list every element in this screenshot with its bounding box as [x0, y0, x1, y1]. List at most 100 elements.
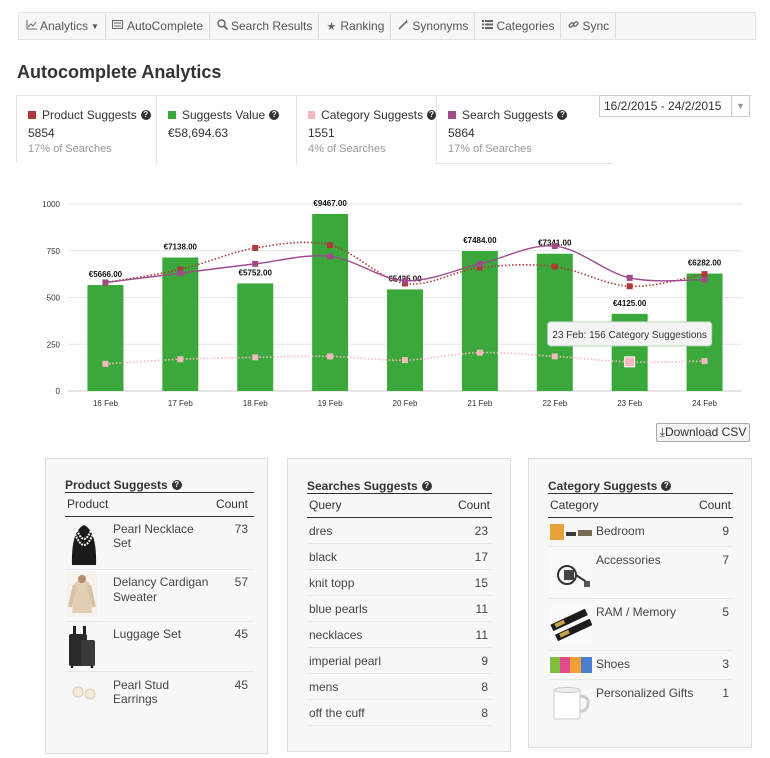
help-icon[interactable]: ?	[427, 110, 436, 120]
table-row[interactable]: knit topp 15	[307, 570, 492, 596]
help-icon[interactable]: ?	[557, 110, 568, 120]
page-title: Autocomplete Analytics	[17, 62, 222, 82]
bar	[461, 251, 498, 391]
help-icon[interactable]: ?	[269, 110, 280, 120]
x-tick-label: 18 Feb	[243, 399, 268, 408]
col-count: Count	[215, 497, 248, 511]
table-row[interactable]: Personalized Gifts 1	[548, 680, 733, 726]
help-icon[interactable]: ?	[140, 110, 151, 120]
table-row[interactable]: black 17	[307, 544, 492, 570]
bar-data-label: €5666.00	[89, 270, 123, 279]
stat-value: 5854	[28, 126, 55, 140]
nav-sync[interactable]: Sync	[561, 13, 617, 39]
luggage-thumbnail	[67, 626, 97, 671]
product-suggests-point	[551, 263, 558, 270]
date-range-value: 16/2/2015 - 24/2/2015	[604, 99, 722, 113]
product-suggests-point	[701, 271, 708, 278]
row-count: 17	[474, 549, 488, 564]
help-icon[interactable]: ?	[661, 481, 672, 491]
table-row[interactable]: dres 23	[307, 518, 492, 544]
table-header: Query Count	[307, 494, 492, 518]
nav-categories[interactable]: Categories	[475, 13, 562, 39]
help-icon[interactable]: ?	[421, 481, 432, 491]
bar-data-label: €6282.00	[688, 259, 722, 268]
nav-autocomplete[interactable]: AutoComplete	[106, 13, 210, 39]
chevron-down-icon[interactable]: ▼	[731, 96, 749, 116]
category-suggests-point	[476, 349, 483, 356]
nav-search-results[interactable]: Search Results	[210, 13, 320, 39]
row-name: Luggage Set	[113, 627, 182, 641]
table-row[interactable]: off the cuff 8	[307, 700, 492, 726]
table-row[interactable]: mens 8	[307, 674, 492, 700]
row-query: off the cuff	[309, 705, 365, 720]
search-suggests-point	[252, 260, 259, 267]
table-row[interactable]: Accessories 7	[548, 547, 733, 599]
search-suggests-point	[102, 279, 109, 286]
category-suggests-point	[701, 358, 708, 365]
col-category: Category	[550, 498, 599, 512]
bar-data-label: €9467.00	[313, 199, 347, 208]
bedroom-thumbnail	[550, 522, 592, 545]
search-suggests-point	[402, 277, 408, 284]
search-suggests-point	[177, 270, 184, 277]
table-row[interactable]: Pearl Necklace Set 73	[65, 517, 254, 570]
table-row[interactable]: RAM / Memory 5	[548, 599, 733, 651]
searches-suggests-panel: Searches Suggests? Query Count dres 23 bl…	[287, 458, 511, 752]
nav-analytics[interactable]: Analytics ▼	[19, 13, 106, 39]
legend-swatch	[28, 111, 36, 119]
table-row[interactable]: imperial pearl 9	[307, 648, 492, 674]
date-range-picker[interactable]: 16/2/2015 - 24/2/2015 ▼	[599, 95, 750, 117]
bar	[387, 289, 423, 391]
table-row[interactable]: Shoes 3	[548, 651, 733, 680]
nav-ranking[interactable]: ★ Ranking	[319, 13, 392, 39]
row-name: Accessories	[596, 553, 661, 567]
row-query: dres	[309, 523, 333, 538]
panel-title-text: Searches Suggests	[307, 479, 418, 493]
row-name: Personalized Gifts	[596, 686, 694, 700]
panel-title: Product Suggests?	[65, 478, 182, 492]
row-count: 9	[722, 524, 729, 538]
bar	[162, 257, 199, 391]
product-suggests-panel: Product Suggests? Product Count Pearl Ne…	[45, 458, 268, 754]
row-count: 3	[722, 657, 729, 671]
highlighted-point	[624, 356, 636, 368]
product-suggests-point	[626, 283, 633, 290]
shoes-thumbnail	[550, 655, 592, 678]
table-row[interactable]: Bedroom 9	[548, 518, 733, 547]
download-csv-button[interactable]: ⤓Download CSV	[656, 423, 750, 442]
row-count: 1	[722, 686, 729, 700]
row-query: black	[309, 549, 338, 564]
stat-value: €58,694.63	[168, 126, 229, 140]
row-name: RAM / Memory	[596, 605, 677, 619]
x-tick-label: 17 Feb	[168, 399, 193, 408]
table-row[interactable]: Pearl Stud Earrings 45	[65, 672, 254, 718]
nav-synonyms[interactable]: Synonyms	[391, 13, 476, 39]
ram-thumbnail	[550, 604, 593, 647]
table-row[interactable]: necklaces 11	[307, 622, 492, 648]
link-icon	[567, 19, 579, 33]
bar-data-label: €7138.00	[164, 243, 198, 252]
table-row[interactable]: Delancy Cardigan Sweater 57	[65, 570, 254, 622]
caret-down-icon: ▼	[91, 21, 99, 31]
search-icon	[216, 19, 228, 33]
nav-label: Synonyms	[412, 19, 469, 33]
row-count: 57	[234, 575, 248, 589]
col-product: Product	[67, 497, 109, 511]
legend-swatch	[308, 111, 316, 119]
category-suggests-panel: Category Suggests? Category Count Bedroo…	[528, 458, 752, 748]
help-icon[interactable]: ?	[171, 480, 182, 490]
stat-sub: 4% of Searches	[308, 143, 386, 155]
col-count: Count	[457, 498, 490, 512]
row-query: knit topp	[309, 575, 355, 590]
table-row[interactable]: Luggage Set 45	[65, 622, 254, 672]
y-tick-label: 250	[47, 340, 61, 349]
category-suggests-point	[327, 353, 334, 360]
x-tick-label: 16 Feb	[93, 399, 118, 408]
row-query: mens	[309, 679, 339, 694]
stat-product-suggests: Product Suggests? 5854 17% of Searches	[17, 96, 157, 164]
magic-wand-icon	[397, 19, 409, 33]
stat-suggests-value: Suggests Value? €58,694.63	[157, 96, 297, 164]
bar	[312, 213, 349, 391]
table-row[interactable]: blue pearls 11	[307, 596, 492, 622]
row-name: Pearl Necklace Set	[113, 522, 194, 550]
